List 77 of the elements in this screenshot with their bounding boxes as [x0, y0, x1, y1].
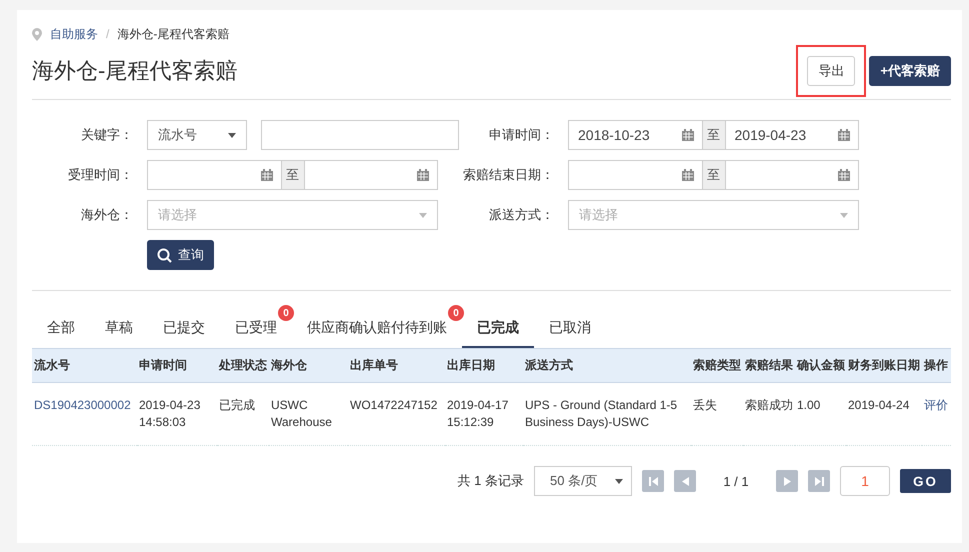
- status-tab[interactable]: 已取消: [534, 313, 606, 348]
- table-link[interactable]: 评价: [922, 382, 951, 446]
- date-range-field[interactable]: 至: [568, 160, 859, 190]
- table-cell: WO1472247152: [348, 382, 445, 446]
- filter-label: 索赔结束日期：: [462, 166, 555, 184]
- first-page-button[interactable]: [642, 470, 664, 492]
- date-value: 2019-04-23: [734, 127, 806, 143]
- date-range-field[interactable]: 至: [147, 160, 438, 190]
- filter-label: 派送方式：: [488, 206, 555, 224]
- triangle-left-icon: [682, 476, 688, 486]
- count-badge: 0: [448, 305, 464, 321]
- search-button[interactable]: 查询: [147, 240, 214, 270]
- calendar-icon[interactable]: [682, 129, 694, 141]
- location-pin-icon: [32, 28, 42, 40]
- range-separator: 至: [702, 121, 726, 149]
- table-link[interactable]: DS190423000002: [32, 382, 137, 446]
- go-button[interactable]: GO: [900, 469, 951, 493]
- table-cell: 2019-04-17 15:12:39: [445, 382, 523, 446]
- table-cell: 2019-04-24: [846, 382, 922, 446]
- calendar-icon[interactable]: [838, 129, 850, 141]
- table-cell: 已完成: [217, 382, 269, 446]
- column-header: 出库日期: [445, 348, 523, 382]
- filter-label: 受理时间：: [67, 166, 134, 184]
- table-cell: USWC Warehouse: [269, 382, 348, 446]
- total-records: 共 1 条记录: [458, 472, 524, 490]
- search-icon: [157, 248, 172, 262]
- keyword-field[interactable]: [261, 120, 459, 150]
- breadcrumb-separator: /: [106, 27, 110, 41]
- column-header: 操作: [922, 348, 951, 382]
- date-range-field[interactable]: 2018-10-23 至 2019-04-23: [568, 120, 859, 150]
- count-badge: 0: [278, 305, 294, 321]
- filter-label: 海外仓：: [80, 206, 134, 224]
- table-cell: UPS - Ground (Standard 1-5 Business Days)-USWC: [523, 382, 691, 446]
- last-page-icon: [814, 476, 824, 486]
- breadcrumb-item[interactable]: 自助服务: [50, 26, 98, 42]
- calendar-icon[interactable]: [260, 169, 272, 181]
- page-title: 海外仓-尾程代客索赔: [32, 56, 238, 84]
- table-cell: 丢失: [691, 382, 743, 446]
- breadcrumb-item: 海外仓-尾程代客索赔: [117, 26, 230, 42]
- status-tab[interactable]: 草稿: [90, 313, 148, 348]
- range-separator: 至: [702, 161, 726, 189]
- first-page-icon: [648, 476, 658, 486]
- page-indicator: 1 / 1: [722, 474, 750, 488]
- column-header: 确认金额: [795, 348, 846, 382]
- status-tab[interactable]: 已提交: [148, 313, 220, 348]
- next-page-button[interactable]: [776, 470, 798, 492]
- range-separator: 至: [280, 161, 304, 189]
- column-header: 申请时间: [137, 348, 217, 382]
- filter-label: 关键字：: [80, 126, 134, 144]
- column-header: 流水号: [32, 348, 137, 382]
- caret-icon: [228, 132, 236, 138]
- column-header: 索赔类型: [691, 348, 743, 382]
- column-header: 派送方式: [523, 348, 691, 382]
- column-header: 财务到账日期: [846, 348, 922, 382]
- caret-icon: [615, 478, 623, 484]
- previous-page-button[interactable]: [674, 470, 696, 492]
- export-button[interactable]: 导出: [807, 56, 856, 86]
- triangle-right-icon: [784, 476, 790, 486]
- add-claim-button[interactable]: +代客索赔: [869, 56, 951, 86]
- keyword-type-select[interactable]: 流水号: [147, 120, 247, 150]
- date-value: 2018-10-23: [578, 127, 650, 143]
- calendar-icon[interactable]: [838, 169, 850, 181]
- table-cell: 2019-04-23 14:58:03: [137, 382, 217, 446]
- table-cell: 索赔成功: [743, 382, 795, 446]
- last-page-button[interactable]: [808, 470, 830, 492]
- caret-icon: [840, 212, 848, 218]
- table-cell: 1.00: [795, 382, 846, 446]
- column-header: 海外仓: [269, 348, 348, 382]
- column-header: 处理状态: [217, 348, 269, 382]
- status-tab[interactable]: 全部: [32, 313, 90, 348]
- caret-icon: [419, 212, 427, 218]
- column-header: 出库单号: [348, 348, 445, 382]
- calendar-icon[interactable]: [682, 169, 694, 181]
- column-header: 索赔结果: [743, 348, 795, 382]
- filter-label: 申请时间：: [488, 126, 555, 144]
- page-size-select[interactable]: 50 条/页: [534, 466, 632, 496]
- calendar-icon[interactable]: [417, 169, 429, 181]
